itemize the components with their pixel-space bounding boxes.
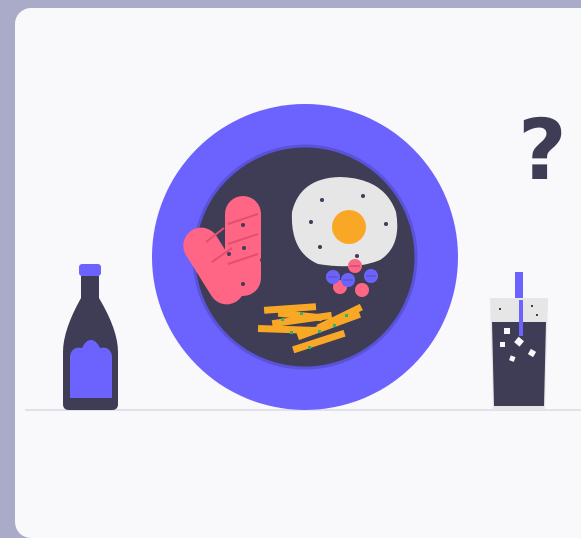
- soda-glass-icon: [490, 272, 548, 410]
- breakfast-illustration: [25, 104, 581, 411]
- question-mark-icon: ?: [518, 101, 567, 199]
- sauce-bottle-icon: [63, 264, 118, 410]
- fried-egg-icon: [291, 177, 398, 267]
